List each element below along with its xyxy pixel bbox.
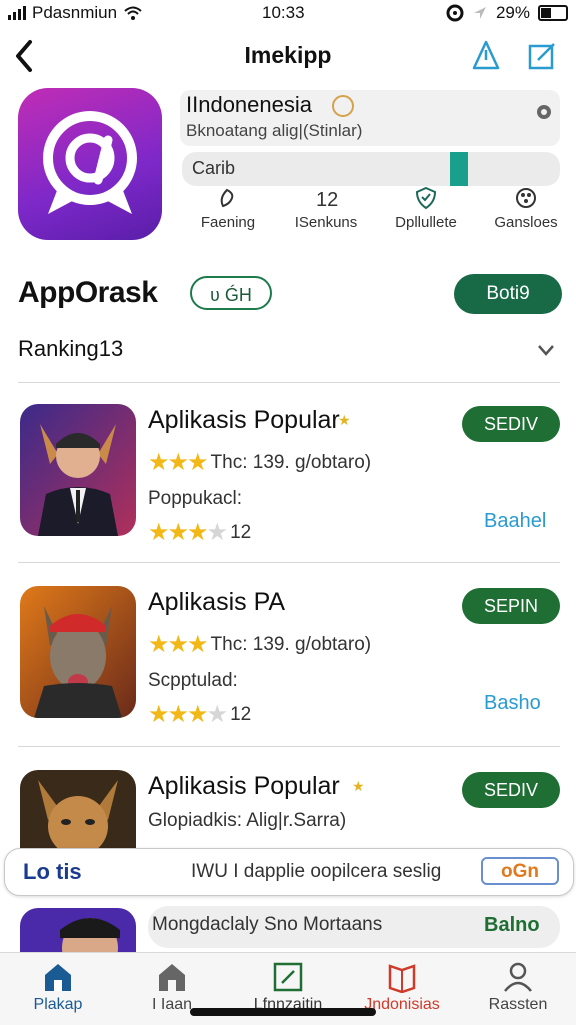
tab-profile[interactable]: Rassten xyxy=(460,953,576,1025)
app-thumbnail xyxy=(20,404,136,536)
row-label: Scpptulad: xyxy=(148,670,238,691)
row-meta: Glopiadkis: Alig|r.Sarra) xyxy=(148,810,347,831)
banner-text: IWU I dapplie oopilcera seslig xyxy=(191,861,442,882)
star-rating-top: ★★★ xyxy=(148,631,209,658)
signal-icon xyxy=(8,6,26,20)
ranking-label[interactable]: Ranking13 xyxy=(18,336,123,362)
list-item[interactable]: Aplikasis Popular ★ Glopiadkis: Alig|r.S… xyxy=(0,770,576,850)
category-indicator xyxy=(450,152,468,186)
battery-percent: 29% xyxy=(495,3,530,22)
stat-seasons[interactable]: 12 ISenkuns xyxy=(278,186,374,231)
promo-text: Mongdaclaly Sno Mortaans xyxy=(152,914,383,935)
promo-button[interactable]: Balno xyxy=(484,914,540,937)
app-icon xyxy=(18,88,162,240)
stat-games[interactable]: Gansloes xyxy=(478,186,574,231)
app-subtitle: Bknoatang alig|(Stinlar) xyxy=(186,121,363,140)
person-icon xyxy=(504,962,532,992)
section-title: AppOrask xyxy=(18,276,158,309)
row-title: Aplikasis Popular xyxy=(148,406,340,434)
featured-star-icon: ★ xyxy=(338,412,351,428)
share-alert-icon[interactable] xyxy=(470,38,502,72)
rating-count: 12 xyxy=(230,703,252,725)
filter-chip[interactable]: ʋ ǴH xyxy=(190,276,272,310)
install-button[interactable]: SEDIV xyxy=(462,772,560,808)
stat-duplicate[interactable]: Dpllullete xyxy=(378,186,474,231)
store-icon xyxy=(159,964,185,991)
banner-logo: Lo tis xyxy=(23,859,82,884)
app-thumbnail xyxy=(20,908,136,952)
list-item[interactable]: Aplikasis Popular ★ ★★★ Thc: 139. g/obta… xyxy=(0,404,576,574)
stats-row: Faening 12 ISenkuns Dpllullete Gansloes xyxy=(180,186,570,236)
promo-strip[interactable]: Mongdaclaly Sno Mortaans Balno xyxy=(148,906,560,948)
app-name-box: IIndonenesia Bknoatang alig|(Stinlar) xyxy=(180,90,560,146)
verified-badge-icon xyxy=(332,95,354,117)
divider xyxy=(18,562,560,563)
status-bar: Pdasnmiun 10:33 29% xyxy=(0,0,576,26)
stat-ranking[interactable]: Faening xyxy=(180,186,276,231)
home-icon xyxy=(45,964,71,991)
shield-icon xyxy=(415,186,437,210)
list-item[interactable]: Aplikasis PA ★★★ Thc: 139. g/obtaro) Scp… xyxy=(0,586,576,756)
wifi-icon xyxy=(124,6,142,20)
status-time: 10:33 xyxy=(262,3,305,22)
divider xyxy=(18,382,560,383)
headphones-icon xyxy=(446,4,464,22)
book-icon xyxy=(388,964,416,993)
gear-icon[interactable] xyxy=(534,102,554,122)
app-thumbnail xyxy=(20,586,136,718)
number-icon: 12 xyxy=(316,189,338,210)
star-rating-bottom: ★★★★ xyxy=(148,519,228,546)
category-bar[interactable]: Carib xyxy=(182,152,560,186)
home-indicator xyxy=(190,1008,376,1016)
banner-button[interactable]: oGn xyxy=(481,857,559,885)
games-icon xyxy=(516,188,536,208)
install-button[interactable]: SEPIN xyxy=(462,588,560,624)
rating-count: 12 xyxy=(230,521,252,543)
star-rating-bottom: ★★★★ xyxy=(148,701,228,728)
ad-banner[interactable]: Lo tis IWU I dapplie oopilcera seslig oG… xyxy=(4,848,574,896)
get-button[interactable]: Boti9 xyxy=(454,274,562,314)
chat-logo-icon xyxy=(43,111,137,214)
row-meta: Thc: 139. g/obtaro) xyxy=(210,633,372,655)
app-thumbnail xyxy=(20,770,136,850)
svg-text:12: 12 xyxy=(316,189,338,210)
chevron-down-icon[interactable] xyxy=(536,342,556,358)
battery-icon xyxy=(538,5,568,21)
edit-icon xyxy=(273,962,303,992)
app-name: IIndonenesia xyxy=(186,92,312,117)
category-label: Carib xyxy=(192,158,236,178)
nav-bar: Imekipp xyxy=(0,34,576,80)
featured-star-icon: ★ xyxy=(352,778,365,794)
detail-link[interactable]: Baahel xyxy=(484,510,546,533)
tab-home[interactable]: Plakap xyxy=(0,953,116,1025)
divider xyxy=(18,746,560,747)
rank-icon xyxy=(220,188,234,208)
row-title: Aplikasis Popular xyxy=(148,772,340,800)
row-label: Poppukacl: xyxy=(148,488,243,509)
install-button[interactable]: SEDIV xyxy=(462,406,560,442)
edit-square-icon[interactable] xyxy=(526,38,558,72)
row-meta: Thc: 139. g/obtaro) xyxy=(210,451,372,473)
row-title: Aplikasis PA xyxy=(148,588,286,616)
location-icon xyxy=(473,7,486,19)
detail-link[interactable]: Basho xyxy=(484,692,541,715)
star-rating-top: ★★★ xyxy=(148,449,209,476)
carrier-name: Pdasnmiun xyxy=(32,3,118,22)
